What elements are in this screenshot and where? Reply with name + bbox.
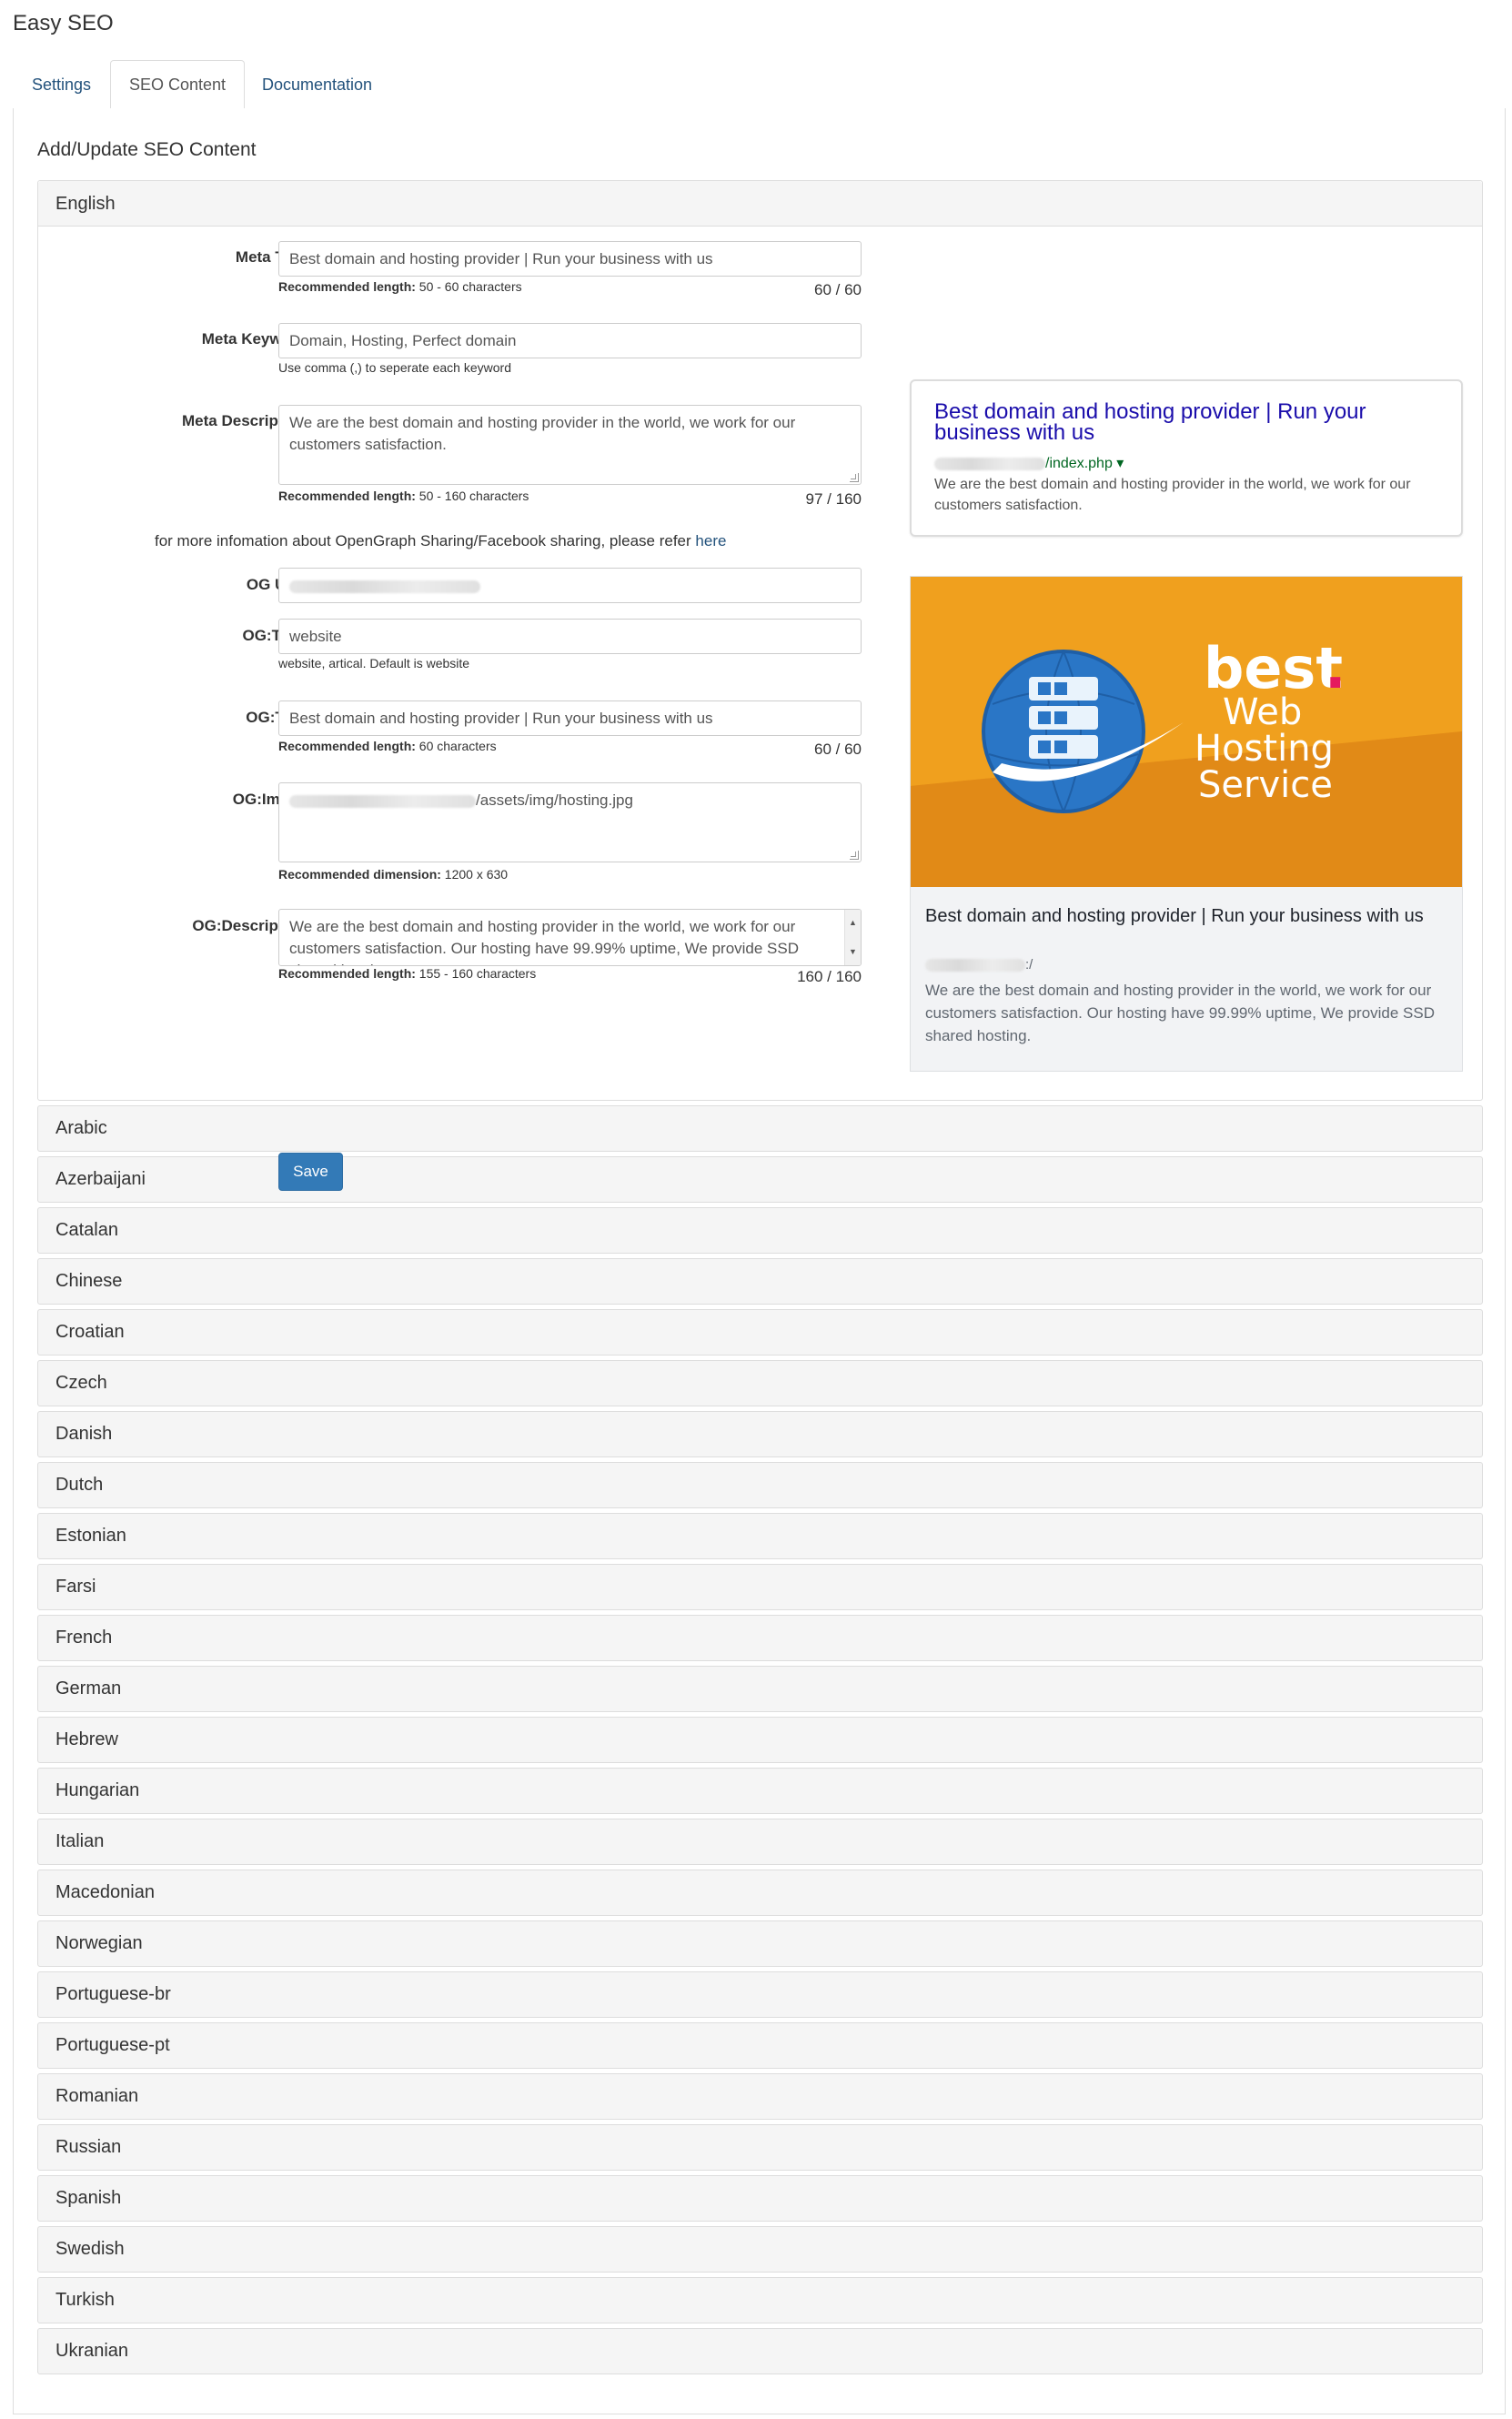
og-info-link[interactable]: here — [695, 532, 726, 549]
og-preview-description: We are the best domain and hosting provi… — [925, 982, 1436, 1044]
og-description-help: Recommended length: 155 - 160 characters — [278, 966, 537, 981]
meta-description-help: Recommended length: 50 - 160 characters — [278, 489, 529, 503]
redacted-domain — [934, 457, 1045, 470]
og-image-help: Recommended dimension: 1200 x 630 — [278, 867, 509, 882]
og-image-textarea[interactable]: /assets/img/hosting.jpg — [278, 782, 862, 862]
tab-seo-content[interactable]: SEO Content — [110, 60, 246, 110]
meta-title-input[interactable]: Best domain and hosting provider | Run y… — [278, 241, 862, 277]
seo-content-panel: Add/Update SEO Content English Meta Titl… — [13, 108, 1506, 2414]
language-header-catalan[interactable]: Catalan — [37, 1207, 1483, 1254]
meta-keyword-input[interactable]: Domain, Hosting, Perfect domain — [278, 323, 862, 358]
serp-description: We are the best domain and hosting provi… — [934, 477, 1411, 513]
language-header-danish[interactable]: Danish — [37, 1411, 1483, 1457]
serp-url: /index.php ▾ — [934, 454, 1124, 472]
meta-keyword-help: Use comma (,) to seperate each keyword — [278, 360, 511, 375]
language-header-norwegian[interactable]: Norwegian — [37, 1920, 1483, 1967]
language-header-spanish[interactable]: Spanish — [37, 2175, 1483, 2222]
language-header-english[interactable]: English — [38, 181, 1482, 227]
language-header-arabic[interactable]: Arabic — [37, 1105, 1483, 1152]
language-panel-english: English Meta Title Best domain and hosti… — [37, 180, 1483, 1191]
scroll-down-icon[interactable]: ▼ — [845, 941, 861, 963]
meta-title-counter: 60 / 60 — [814, 281, 862, 298]
og-image-word-service: Service — [1198, 764, 1333, 806]
tab-settings[interactable]: Settings — [13, 60, 110, 109]
language-header-swedish[interactable]: Swedish — [37, 2226, 1483, 2273]
facebook-preview-card: best . Web Hosting Service Best domain a… — [910, 576, 1463, 1072]
language-header-italian[interactable]: Italian — [37, 1819, 1483, 1865]
language-header-portuguese-pt[interactable]: Portuguese-pt — [37, 2022, 1483, 2069]
language-header-hebrew[interactable]: Hebrew — [37, 1717, 1483, 1763]
og-image-dot: . — [1325, 635, 1346, 701]
og-url-input[interactable] — [278, 568, 862, 603]
language-header-azerbaijani[interactable]: Azerbaijani — [37, 1156, 1483, 1203]
tab-documentation[interactable]: Documentation — [243, 60, 391, 109]
og-preview-title: Best domain and hosting provider | Run y… — [925, 906, 1424, 926]
textarea-scrollbar[interactable]: ▲ ▼ — [844, 910, 861, 965]
language-accordion: English Meta Title Best domain and hosti… — [37, 180, 1483, 2374]
meta-description-textarea[interactable]: We are the best domain and hosting provi… — [278, 405, 862, 485]
og-type-help: website, artical. Default is website — [278, 656, 470, 670]
og-info-text: for more infomation about OpenGraph Shar… — [155, 532, 727, 549]
language-header-german[interactable]: German — [37, 1666, 1483, 1712]
language-header-estonian[interactable]: Estonian — [37, 1513, 1483, 1559]
og-description-textarea[interactable]: We are the best domain and hosting provi… — [278, 909, 862, 966]
meta-description-counter: 97 / 160 — [805, 490, 862, 508]
language-header-croatian[interactable]: Croatian — [37, 1309, 1483, 1356]
save-button[interactable]: Save — [278, 1153, 343, 1191]
og-type-input[interactable]: website — [278, 619, 862, 654]
og-description-counter: 160 / 160 — [797, 968, 862, 985]
language-list: Arabic Azerbaijani Catalan Chinese Croatian C… — [37, 1105, 1483, 2374]
resize-handle-icon[interactable] — [850, 473, 859, 482]
section-heading: Add/Update SEO Content — [37, 139, 257, 160]
language-header-romanian[interactable]: Romanian — [37, 2073, 1483, 2120]
seo-form: Meta Title Best domain and hosting provi… — [38, 227, 912, 1100]
language-header-ukranian[interactable]: Ukranian — [37, 2328, 1483, 2374]
language-header-macedonian[interactable]: Macedonian — [37, 1870, 1483, 1916]
language-header-dutch[interactable]: Dutch — [37, 1462, 1483, 1508]
google-preview-card: Best domain and hosting provider | Run y… — [910, 379, 1463, 537]
language-header-hungarian[interactable]: Hungarian — [37, 1768, 1483, 1814]
page-title: Easy SEO — [13, 11, 114, 35]
tab-bar: Settings SEO Content Documentation — [13, 60, 1505, 110]
language-header-turkish[interactable]: Turkish — [37, 2277, 1483, 2323]
language-header-french[interactable]: French — [37, 1615, 1483, 1661]
meta-title-help: Recommended length: 50 - 60 characters — [278, 279, 522, 294]
og-title-help: Recommended length: 60 characters — [278, 739, 497, 753]
serp-title: Best domain and hosting provider | Run y… — [934, 399, 1366, 445]
og-title-counter: 60 / 60 — [814, 741, 862, 758]
og-preview-domain: :/ — [925, 957, 1033, 973]
scroll-up-icon[interactable]: ▲ — [845, 912, 861, 933]
resize-handle-icon[interactable] — [850, 851, 859, 860]
redacted-domain — [289, 794, 476, 808]
og-preview-image: best . Web Hosting Service — [911, 577, 1462, 887]
language-header-farsi[interactable]: Farsi — [37, 1564, 1483, 1610]
language-header-czech[interactable]: Czech — [37, 1360, 1483, 1406]
redacted-url — [289, 580, 480, 593]
language-header-russian[interactable]: Russian — [37, 2124, 1483, 2171]
language-header-chinese[interactable]: Chinese — [37, 1258, 1483, 1305]
og-title-input[interactable]: Best domain and hosting provider | Run y… — [278, 701, 862, 736]
redacted-domain — [925, 959, 1025, 973]
language-header-portuguese-br[interactable]: Portuguese-br — [37, 1971, 1483, 2018]
dropdown-caret-icon: ▾ — [1116, 456, 1124, 471]
